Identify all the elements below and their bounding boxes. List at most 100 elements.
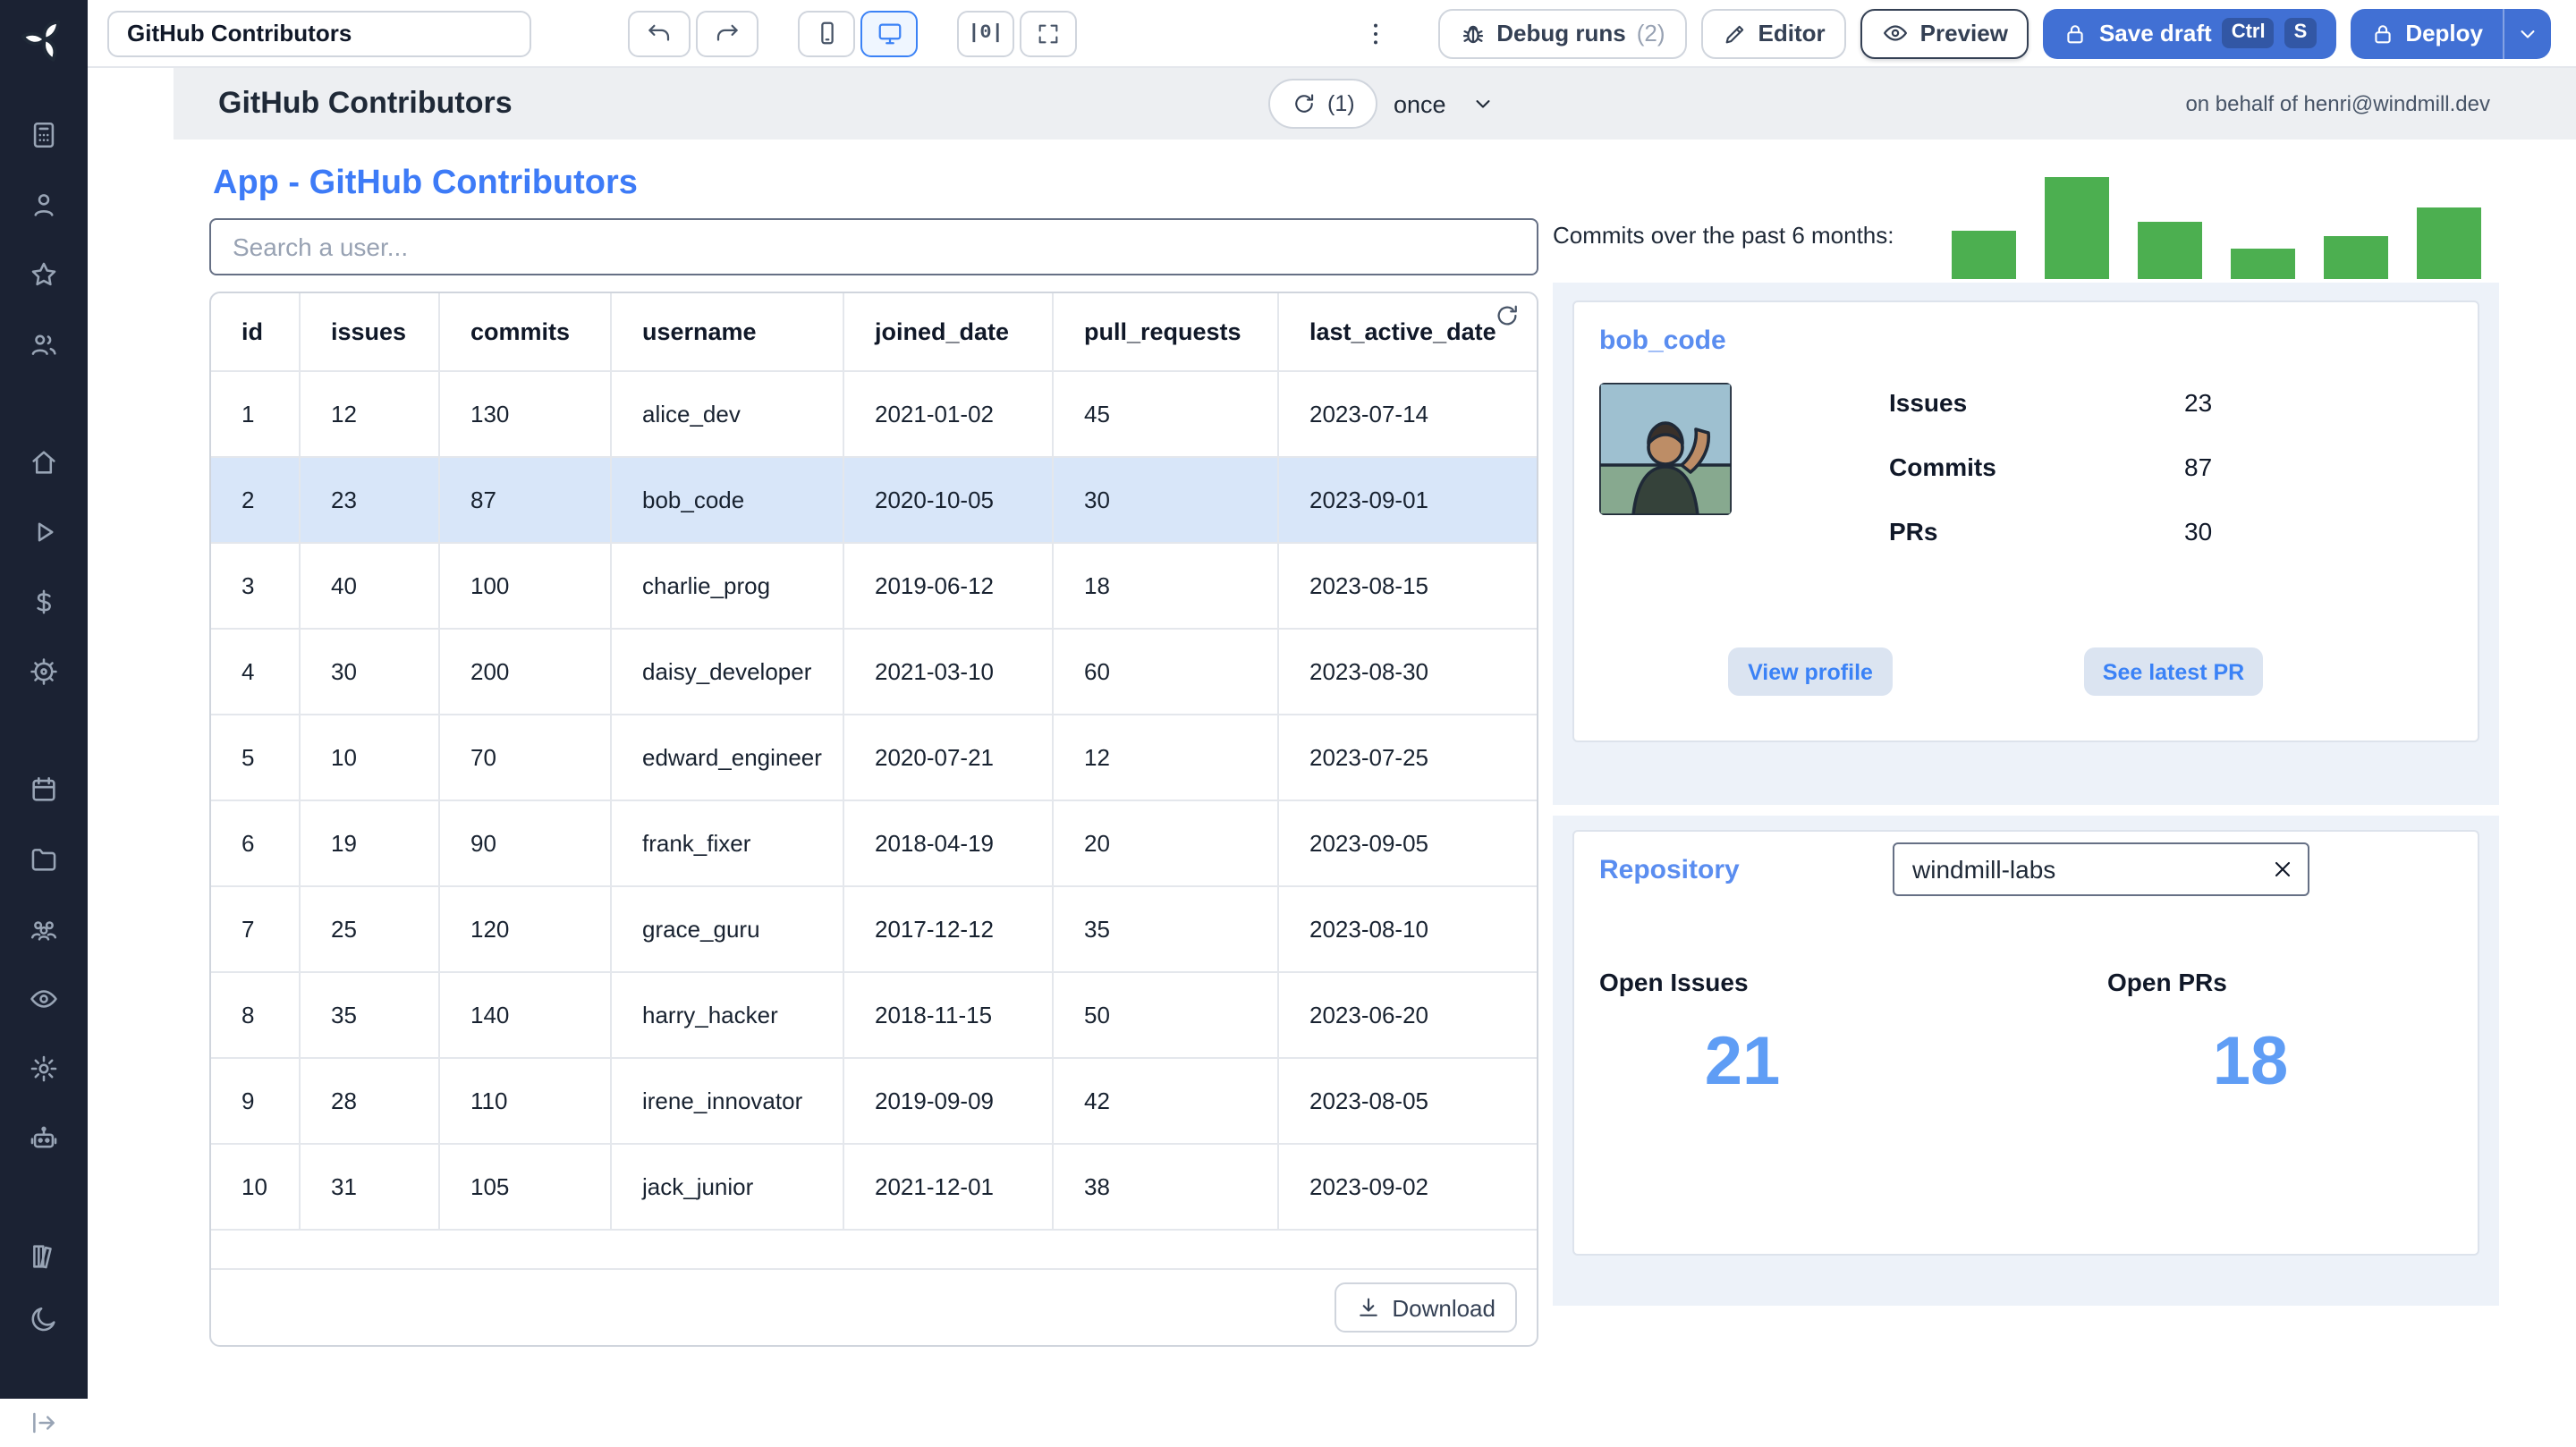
column-header-pull_requests[interactable]: pull_requests [1052,293,1277,370]
deploy-options-button[interactable] [2503,8,2551,58]
table-cell: 60 [1052,630,1277,714]
sidebar-icon-folder[interactable] [19,834,69,884]
table-cell: 105 [438,1145,610,1229]
sidebar-icon-moon[interactable] [19,1293,69,1343]
save-draft-button[interactable]: Save draft Ctrl S [2043,8,2336,58]
sidebar-icon-user[interactable] [19,179,69,229]
table-row[interactable]: 10 31 105 jack_junior 2021-12-01 38 2023-09-02 [211,1145,1537,1231]
fullscreen-button[interactable] [1020,10,1077,56]
table-row[interactable]: 1 12 130 alice_dev 2021-01-02 45 2023-07-14 [211,372,1537,458]
viewport-toggle-group [798,10,918,56]
deploy-split-button: Deploy [2350,8,2551,58]
table-row[interactable]: 6 19 90 frank_fixer 2018-04-19 20 2023-09-05 [211,801,1537,887]
see-latest-pr-button[interactable]: See latest PR [2084,647,2263,696]
search-user-input[interactable] [209,218,1538,275]
sidebar-icon-dollar[interactable] [19,576,69,626]
column-header-commits[interactable]: commits [438,293,610,370]
mobile-view-button[interactable] [798,10,855,56]
sidebar-icon-helm[interactable] [19,646,69,696]
table-row[interactable]: 7 25 120 grace_guru 2017-12-12 35 2023-08-10 [211,887,1537,973]
table-cell: 2023-06-20 [1277,973,1537,1057]
metric-open-issues: Open Issues 21 [1599,968,1885,1102]
save-draft-label: Save draft [2098,20,2212,47]
table-cell: 5 [242,744,255,771]
sidebar-icon-collapse[interactable] [19,1397,69,1447]
stat-row: Issues 23 [1889,385,2212,420]
chart-bar [2045,177,2109,279]
app-name-input[interactable] [107,10,531,56]
table-cell: 2023-07-25 [1277,715,1537,800]
grid-align-button[interactable]: |0| [957,10,1014,56]
debug-runs-count: (2) [1636,20,1665,47]
table-cell: 87 [438,458,610,542]
download-icon [1356,1295,1381,1320]
sidebar-icon-users[interactable] [19,318,69,368]
table-cell: 10 [299,715,438,800]
table-cell: 130 [438,372,610,456]
metric-open-prs: Open PRs 18 [2107,968,2394,1102]
table-refresh-button[interactable] [1494,302,1521,329]
contributors-table: id issues commits username joined_date pull_r… [209,292,1538,1347]
table-cell: 9 [242,1087,255,1114]
table-cell: frank_fixer [610,801,843,885]
clear-repository-button[interactable] [2268,855,2297,884]
sidebar-icon-gear[interactable] [19,1043,69,1093]
eye-icon [1883,20,1910,47]
column-header-joined_date[interactable]: joined_date [843,293,1052,370]
repository-card: Repository Open Issues 21 Open PRs 18 [1572,830,2479,1256]
download-button[interactable]: Download [1335,1282,1517,1333]
column-header-issues[interactable]: issues [299,293,438,370]
sidebar-icon-apps[interactable] [19,109,69,159]
table-cell: 50 [1052,973,1277,1057]
on-behalf-text: on behalf of henri@windmill.dev [2185,91,2490,116]
debug-runs-button[interactable]: Debug runs (2) [1437,8,1687,58]
deploy-button[interactable]: Deploy [2350,8,2503,58]
sidebar-icon-robot[interactable] [19,1113,69,1163]
repository-input[interactable] [1893,842,2309,896]
table-cell: 7 [242,916,255,943]
desktop-view-button[interactable] [860,10,918,56]
table-row[interactable]: 9 28 110 irene_innovator 2019-09-09 42 2023-08… [211,1059,1537,1145]
app-refresh-button[interactable]: (1) [1268,79,1378,129]
schedule-value: once [1394,90,1446,117]
sidebar-icon-eye[interactable] [19,973,69,1023]
table-row[interactable]: 5 10 70 edward_engineer 2020-07-21 12 2023-07-… [211,715,1537,801]
sidebar-bottom [19,1231,69,1447]
table-cell: 2021-12-01 [843,1145,1052,1229]
more-menu-button[interactable] [1355,10,1394,56]
redo-button[interactable] [696,10,758,56]
table-row[interactable]: 2 23 87 bob_code 2020-10-05 30 2023-09-01 [211,458,1537,544]
table-cell: 40 [299,544,438,628]
sidebar-nav [19,109,69,1231]
download-label: Download [1392,1294,1496,1321]
preview-button[interactable]: Preview [1860,8,2029,58]
refresh-count: (1) [1327,91,1355,116]
chart-bar [2324,236,2388,279]
column-header-username[interactable]: username [610,293,843,370]
sidebar-icon-books[interactable] [19,1231,69,1281]
sidebar-icon-home[interactable] [19,436,69,487]
table-body: 1 12 130 alice_dev 2021-01-02 45 2023-07-14 2 23… [211,372,1537,1231]
table-cell: 100 [438,544,610,628]
table-cell: 38 [1052,1145,1277,1229]
table-cell: 42 [1052,1059,1277,1143]
sidebar-icon-play[interactable] [19,506,69,556]
column-header-id[interactable]: id [211,293,299,370]
sidebar-icon-calendar[interactable] [19,764,69,814]
kbd-ctrl: Ctrl [2222,18,2275,48]
table-row[interactable]: 8 35 140 harry_hacker 2018-11-15 50 2023-06-20 [211,973,1537,1059]
table-row[interactable]: 3 40 100 charlie_prog 2019-06-12 18 2023-08-15 [211,544,1537,630]
windmill-logo-icon[interactable] [21,16,67,63]
schedule-select[interactable]: once [1386,79,1504,129]
lock-icon [2063,21,2089,46]
stat-row: Commits 87 [1889,449,2212,485]
view-profile-button[interactable]: View profile [1728,647,1893,696]
table-row[interactable]: 4 30 200 daisy_developer 2021-03-10 60 2023-08… [211,630,1537,715]
table-cell: 2023-09-01 [1277,458,1537,542]
undo-button[interactable] [628,10,691,56]
table-cell: 2019-09-09 [843,1059,1052,1143]
editor-button[interactable]: Editor [1700,8,1847,58]
sidebar-icon-star[interactable] [19,249,69,299]
table-cell: 70 [438,715,610,800]
sidebar-icon-team[interactable] [19,903,69,953]
